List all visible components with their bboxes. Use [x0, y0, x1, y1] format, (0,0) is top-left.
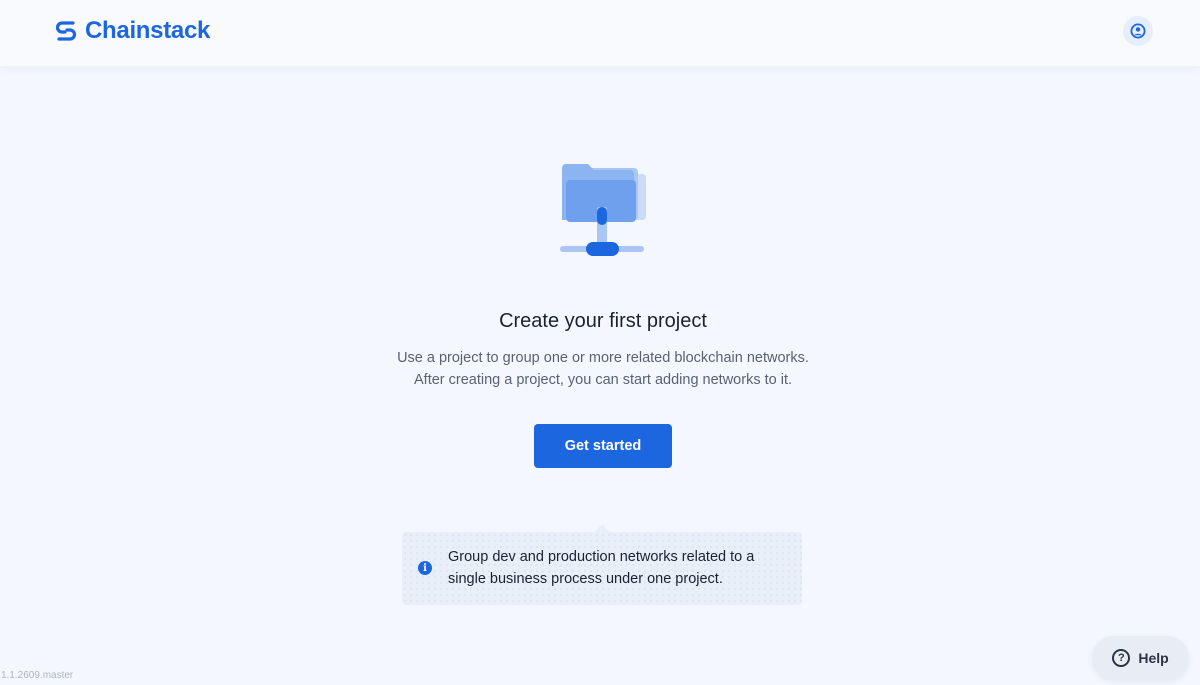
chainstack-logo[interactable]: Chainstack [52, 16, 210, 46]
user-circle-icon [1130, 23, 1146, 39]
get-started-button[interactable]: Get started [534, 424, 672, 468]
tip-line-2: single business process under one projec… [448, 571, 723, 587]
description-line-1: Use a project to group one or more relat… [397, 350, 809, 366]
folder-network-icon [560, 164, 646, 256]
brand-name: Chainstack [85, 17, 211, 44]
question-circle-icon: ? [1112, 649, 1131, 667]
description-line-2: After creating a project, you can start … [414, 372, 792, 388]
tip-text: Group dev and production networks relate… [448, 546, 788, 590]
help-button[interactable]: ? Help [1092, 636, 1189, 680]
tip-line-1: Group dev and production networks relate… [448, 549, 755, 565]
tip-pointer [594, 524, 610, 532]
help-label: Help [1138, 650, 1169, 666]
top-bar: Chainstack [0, 0, 1200, 66]
user-account-button[interactable] [1123, 16, 1153, 46]
empty-state-description: Use a project to group one or more relat… [0, 347, 1200, 391]
info-tip: i Group dev and production networks rela… [402, 532, 802, 605]
empty-state-title: Create your first project [499, 310, 707, 332]
version-label: 1.1.2609.master [1, 670, 74, 681]
info-icon: i [418, 561, 432, 575]
chainstack-logo-icon [55, 21, 77, 41]
